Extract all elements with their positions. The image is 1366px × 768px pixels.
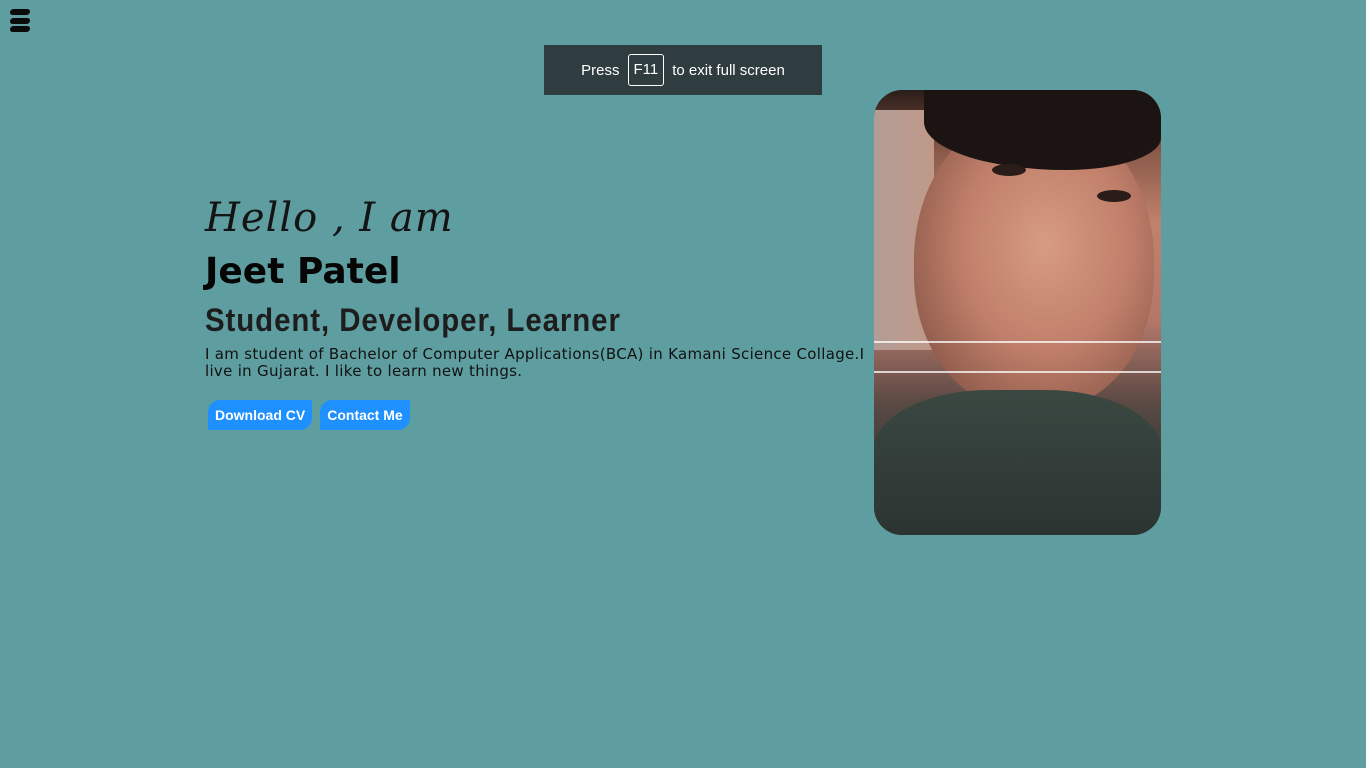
fullscreen-notice-prefix: Press [581, 61, 620, 79]
contact-me-button[interactable]: Contact Me [320, 400, 410, 430]
menu-bar [9, 18, 31, 24]
menu-bar [9, 26, 31, 32]
roles-text: Student, Developer, Learner [205, 302, 621, 338]
bio-text: I am student of Bachelor of Computer App… [205, 345, 865, 380]
fullscreen-notice: Press F11 to exit full screen [544, 45, 822, 95]
hamburger-menu-icon[interactable] [8, 8, 32, 34]
hero-section: Hello , I am Jeet Patel Student, Develop… [205, 190, 885, 430]
download-cv-button[interactable]: Download CV [208, 400, 313, 430]
portfolio-page: Press F11 to exit full screen Hello , I … [0, 0, 1366, 768]
fullscreen-notice-suffix: to exit full screen [672, 61, 785, 79]
profile-photo [874, 90, 1161, 535]
greeting-text: Hello , I am [205, 195, 454, 241]
hero-actions: Download CV Contact Me [205, 400, 885, 430]
name-heading: Jeet Patel [205, 251, 401, 292]
f11-key-badge: F11 [627, 54, 665, 86]
menu-bar [9, 9, 31, 15]
